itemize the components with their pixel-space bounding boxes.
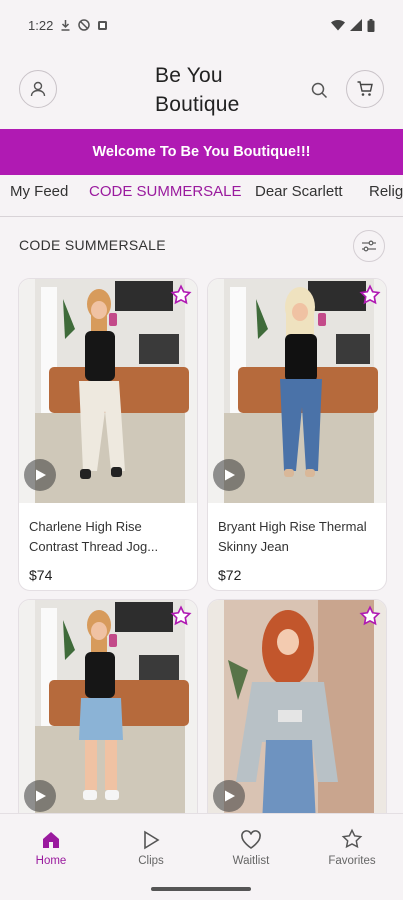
product-card[interactable]: Charlene High Rise Contrast Thread Jog..… — [18, 278, 198, 591]
play-icon — [36, 790, 46, 802]
favorite-star-icon[interactable] — [170, 605, 192, 627]
section-header: CODE SUMMERSALE — [0, 225, 403, 265]
nav-clips[interactable]: Clips — [111, 824, 191, 867]
home-icon — [43, 832, 59, 848]
product-photo[interactable] — [208, 279, 386, 503]
nav-home-label: Home — [35, 855, 67, 867]
signal-icon — [350, 19, 362, 31]
notification-icon — [98, 20, 108, 30]
nav-waitlist[interactable]: Waitlist — [211, 824, 291, 867]
play-video-button[interactable] — [213, 780, 245, 812]
welcome-banner: Welcome To Be You Boutique!!! — [0, 129, 403, 175]
product-price: $74 — [29, 567, 53, 583]
filter-button[interactable] — [353, 230, 385, 262]
heart-icon — [241, 830, 261, 849]
tab-religion[interactable]: Relig — [369, 183, 403, 216]
nav-favorites-label: Favorites — [328, 855, 376, 867]
play-video-button[interactable] — [213, 459, 245, 491]
play-icon — [36, 469, 46, 481]
play-icon — [144, 830, 160, 850]
search-button[interactable] — [308, 79, 330, 101]
product-card[interactable]: Bryant High Rise Thermal Skinny Jean $72 — [207, 278, 387, 591]
no-disturb-icon — [78, 19, 91, 31]
product-photo[interactable] — [19, 600, 197, 824]
bottom-nav: Home Clips Waitlist Favorites — [0, 813, 403, 900]
nav-favorites[interactable]: Favorites — [312, 824, 392, 867]
star-icon — [341, 828, 363, 849]
favorite-star-icon[interactable] — [359, 605, 381, 627]
play-icon — [225, 469, 235, 481]
product-card[interactable] — [207, 599, 387, 839]
download-icon — [61, 20, 70, 31]
status-time: 1:22 — [28, 17, 54, 33]
status-bar: 1:22 — [0, 0, 403, 50]
account-button[interactable] — [19, 70, 57, 108]
product-price: $72 — [218, 567, 242, 583]
app-header: Be You Boutique — [0, 55, 403, 125]
product-name: Charlene High Rise Contrast Thread Jog..… — [29, 519, 159, 554]
favorite-star-icon[interactable] — [170, 284, 192, 306]
tab-code-summersale[interactable]: CODE SUMMERSALE — [89, 183, 242, 216]
cart-icon — [357, 81, 373, 96]
tab-dear-scarlett[interactable]: Dear Scarlett — [255, 183, 343, 216]
product-name: Bryant High Rise Thermal Skinny Jean — [218, 519, 367, 554]
cart-button[interactable] — [346, 70, 384, 108]
product-card[interactable] — [18, 599, 198, 839]
favorite-star-icon[interactable] — [359, 284, 381, 306]
nav-clips-label: Clips — [138, 855, 164, 867]
nav-waitlist-label: Waitlist — [232, 855, 270, 867]
sliders-icon — [362, 240, 376, 252]
search-icon — [311, 82, 327, 98]
play-video-button[interactable] — [24, 459, 56, 491]
tab-my-feed[interactable]: My Feed — [10, 183, 68, 216]
user-icon — [30, 81, 46, 97]
play-icon — [225, 790, 235, 802]
play-video-button[interactable] — [24, 780, 56, 812]
section-title: CODE SUMMERSALE — [19, 237, 166, 253]
nav-home[interactable]: Home — [11, 824, 91, 867]
battery-icon — [367, 18, 375, 32]
gesture-bar[interactable] — [151, 887, 251, 891]
product-photo[interactable] — [19, 279, 197, 503]
brand-title: Be You Boutique — [155, 64, 240, 116]
wifi-icon — [331, 19, 345, 31]
category-tabs: My Feed CODE SUMMERSALE Dear Scarlett Re… — [0, 175, 403, 217]
product-photo[interactable] — [208, 600, 386, 824]
